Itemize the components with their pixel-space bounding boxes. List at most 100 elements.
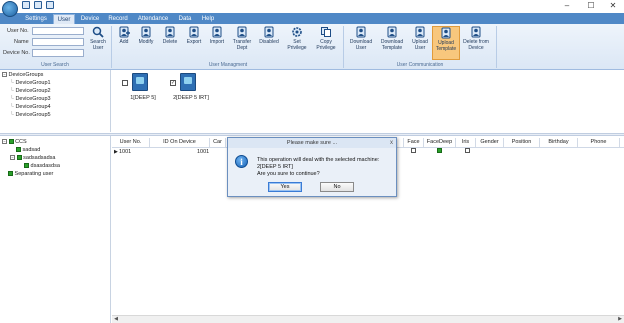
tree-node-label: dsasdasdsa [30, 163, 60, 169]
upload-template-button[interactable]: Upload Template [432, 26, 460, 60]
button-label: Dept [236, 45, 248, 51]
export-button[interactable]: Export [182, 26, 206, 45]
device-card[interactable]: 1[DEEP 5] [118, 71, 168, 111]
column-header[interactable]: User No. [112, 138, 150, 147]
disable-user-button[interactable]: Disabled [256, 26, 282, 45]
upload-user-button[interactable]: Upload User [408, 26, 432, 51]
tree-item-devicegroup4[interactable]: └ DeviceGroup4 [10, 104, 51, 110]
column-header[interactable]: Position [504, 138, 540, 147]
user-communication-group-label: User Communication [396, 62, 444, 68]
tree-item-devicegroup1[interactable]: └ DeviceGroup1 [10, 80, 51, 86]
button-label: Privilege [287, 45, 307, 51]
department-icon [8, 139, 14, 145]
import-icon [212, 26, 222, 38]
device-checkbox[interactable]: ✓ [170, 80, 176, 86]
gear-button[interactable]: Set Privilege [282, 26, 312, 51]
add-user-button[interactable]: Add [114, 26, 134, 45]
column-header[interactable]: Face [404, 138, 424, 147]
button-label: Export [186, 39, 202, 45]
maximize-button[interactable]: ☐ [580, 0, 602, 12]
tree-node-separating-user[interactable]: Separating user [8, 171, 53, 177]
tree-node-dsasdasdsa[interactable]: dsasdasdsa [24, 163, 60, 169]
copy-button[interactable]: Copy Privilege [312, 26, 340, 51]
download-template-button[interactable]: Download Template [376, 26, 408, 51]
search-user-button[interactable]: Search User [88, 26, 108, 51]
yes-button[interactable]: Yes [268, 182, 302, 192]
tab-attendance[interactable]: Attendance [134, 14, 172, 24]
tree-item-devicegroup5[interactable]: └ DeviceGroup5 [10, 112, 51, 118]
tree-node-ccs[interactable]: − CCS [2, 139, 27, 145]
name-field[interactable] [32, 38, 84, 46]
tab-help[interactable]: Help [198, 14, 218, 24]
column-header[interactable]: Car [210, 138, 226, 147]
device-group-label: DeviceGroup3 [15, 96, 51, 102]
iris-checkbox[interactable] [465, 148, 470, 153]
search-icon [92, 26, 104, 38]
tab-settings[interactable]: Settings [22, 14, 50, 24]
download-template-icon [387, 26, 397, 38]
close-button[interactable]: ✕ [602, 0, 624, 12]
device-checkbox[interactable] [122, 80, 128, 86]
scroll-right-icon[interactable]: ▶ [616, 316, 624, 323]
tab-record[interactable]: Record [105, 14, 131, 24]
dropdown-icon[interactable] [46, 1, 54, 9]
delete-user-icon [165, 26, 175, 38]
device-group-label: DeviceGroup4 [15, 104, 51, 110]
tree-node-label: sadsadsadsa [23, 155, 56, 161]
edit-user-button[interactable]: Modify [134, 26, 158, 45]
column-header[interactable]: Iris [456, 138, 476, 147]
home-icon[interactable] [22, 1, 30, 9]
tab-data[interactable]: Data [175, 14, 195, 24]
tree-root[interactable]: − DeviceGroups [2, 72, 43, 78]
delete-user-button[interactable]: Delete [158, 26, 182, 45]
name-label: Name [14, 39, 29, 45]
save-icon[interactable] [34, 1, 42, 9]
no-button[interactable]: No [320, 182, 354, 192]
tree-node-sadsad[interactable]: sadsad [16, 147, 40, 153]
user-no-label: User No. [7, 28, 29, 34]
button-label: Template [435, 46, 457, 52]
department-tree: − CCS sadsad − sadsadsadsa dsasdasdsa Se… [0, 136, 111, 323]
cell-user-no[interactable]: 1001 [119, 148, 131, 156]
tab-device[interactable]: Device [78, 14, 102, 24]
device-no-field[interactable] [32, 49, 84, 57]
collapse-icon[interactable]: − [10, 155, 15, 160]
button-label: Device [468, 45, 484, 51]
title-bar: – ☐ ✕ [0, 0, 624, 13]
download-user-button[interactable]: Download User [346, 26, 376, 51]
column-header[interactable]: Gender [476, 138, 504, 147]
tab-user[interactable]: User [53, 14, 75, 24]
edit-user-icon [141, 26, 151, 38]
app-logo-icon[interactable] [2, 1, 18, 17]
minimize-button[interactable]: – [556, 0, 578, 12]
device-terminal-icon [132, 73, 148, 91]
button-label: Disabled [259, 39, 279, 45]
button-label: User [414, 45, 426, 51]
tree-node-sadsadsadsa[interactable]: − sadsadsadsa [10, 155, 55, 161]
delete-from-device-icon [471, 26, 481, 38]
transfer-button[interactable]: Transfer Dept [228, 26, 256, 51]
cell-id-on-device[interactable]: 1001 [197, 148, 209, 156]
upload-template-icon [441, 27, 451, 39]
download-user-icon [356, 26, 366, 38]
ribbon: User No. Name Device No. Search User Use… [0, 24, 624, 70]
column-header[interactable]: FaceDeep [424, 138, 456, 147]
user-no-field[interactable] [32, 27, 84, 35]
face-checkbox[interactable] [411, 148, 416, 153]
column-header[interactable]: Birthday [540, 138, 578, 147]
column-header[interactable]: Phone [578, 138, 620, 147]
import-button[interactable]: Import [206, 26, 228, 45]
horizontal-scrollbar[interactable]: ◀ ▶ [112, 315, 624, 323]
collapse-icon[interactable]: − [2, 72, 7, 77]
dialog-close-button[interactable]: x [390, 138, 393, 148]
disable-user-icon [264, 26, 274, 38]
delete-from-device-button[interactable]: Delete from Device [460, 26, 492, 51]
device-card[interactable]: ✓ 2[DEEP 5 IRT] [166, 71, 216, 111]
tree-item-devicegroup2[interactable]: └ DeviceGroup2 [10, 88, 51, 94]
collapse-icon[interactable]: − [2, 139, 7, 144]
tree-item-devicegroup3[interactable]: └ DeviceGroup3 [10, 96, 51, 102]
column-header[interactable]: ID On Device [150, 138, 210, 147]
department-icon [16, 155, 22, 161]
facedeep-indicator [437, 148, 442, 153]
scroll-left-icon[interactable]: ◀ [112, 316, 120, 323]
